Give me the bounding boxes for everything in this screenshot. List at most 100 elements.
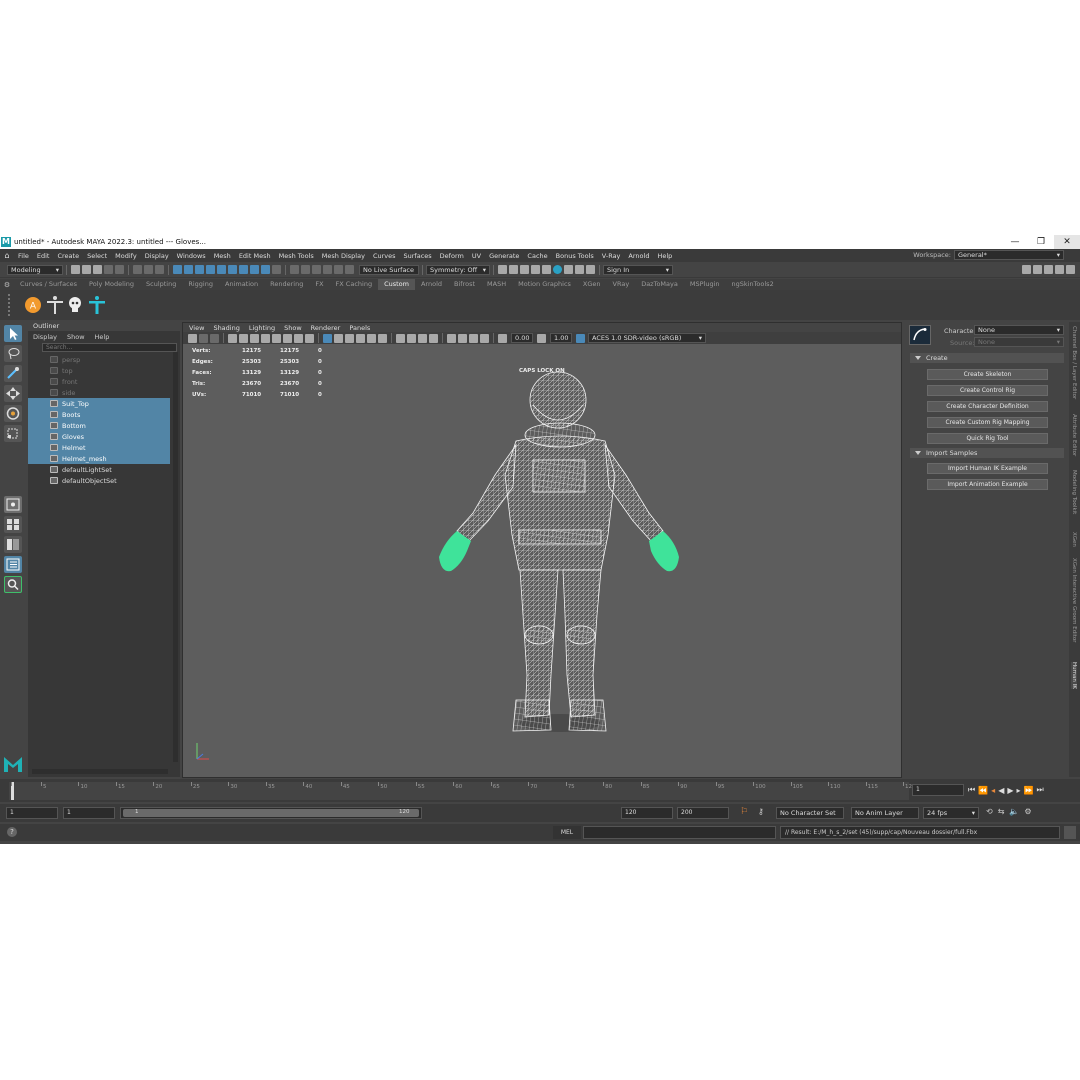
minimize-icon[interactable]: — <box>1002 235 1028 249</box>
quick-rig-tool-button[interactable]: Quick Rig Tool <box>927 433 1048 444</box>
snap-curve-icon[interactable] <box>301 265 310 274</box>
t-pose-skeleton-icon[interactable] <box>46 295 64 315</box>
tab-xgen[interactable]: XGen <box>1071 532 1077 547</box>
tab-daztomaya[interactable]: DazToMaya <box>635 279 684 290</box>
motion-blur-icon[interactable] <box>458 333 467 343</box>
exposure-icon[interactable] <box>498 333 507 343</box>
single-perspective-view-icon[interactable] <box>4 496 22 513</box>
outliner-item[interactable]: Helmet_mesh <box>28 453 170 464</box>
menu-bonus-tools[interactable]: Bonus Tools <box>552 252 598 260</box>
backface-culling-icon[interactable] <box>418 333 427 343</box>
tab-sculpting[interactable]: Sculpting <box>140 279 182 290</box>
open-scene-icon[interactable] <box>82 265 91 274</box>
menu-cache[interactable]: Cache <box>523 252 551 260</box>
menu-vray[interactable]: V-Ray <box>598 252 625 260</box>
shadows-icon[interactable] <box>378 333 387 343</box>
modeling-toolkit-icon[interactable] <box>1022 265 1031 274</box>
magnifier-icon[interactable] <box>4 576 22 593</box>
start-time-field[interactable]: 1 <box>6 807 58 819</box>
outliner-item[interactable]: Suit_Top <box>28 398 170 409</box>
maximize-icon[interactable]: ❐ <box>1028 235 1054 249</box>
isolate-select-icon[interactable] <box>429 333 438 343</box>
range-slider[interactable]: 1 120 <box>120 807 422 819</box>
arnold-light-icon[interactable]: A <box>24 296 42 314</box>
play-backwards-icon[interactable]: ◀ <box>998 786 1004 795</box>
mask-misc-icon[interactable] <box>261 265 270 274</box>
mask-curves-icon[interactable] <box>206 265 215 274</box>
color-management-icon[interactable] <box>576 333 585 343</box>
auto-key-icon[interactable]: ⚐ <box>740 807 748 817</box>
import-human-ik-example-button[interactable]: Import Human IK Example <box>927 463 1048 474</box>
snap-grid-icon[interactable] <box>290 265 299 274</box>
tab-animation[interactable]: Animation <box>219 279 264 290</box>
wireframe-icon[interactable] <box>323 333 332 343</box>
mask-joints-icon[interactable] <box>195 265 204 274</box>
home-icon[interactable]: ⌂ <box>0 251 14 260</box>
outliner-menu-help[interactable]: Help <box>95 333 110 341</box>
grid-icon[interactable] <box>261 333 270 343</box>
textured-icon[interactable] <box>356 333 365 343</box>
persp-outliner-layout-icon[interactable] <box>4 536 22 553</box>
sound-icon[interactable]: 🔈 <box>1009 807 1019 816</box>
cache-playback-icon[interactable]: ⇆ <box>998 807 1005 816</box>
gamma-icon[interactable] <box>537 333 546 343</box>
menu-select[interactable]: Select <box>83 252 111 260</box>
character-controls-icon[interactable] <box>1033 265 1042 274</box>
fps-dropdown[interactable]: 24 fps ▾ <box>923 807 979 819</box>
menu-deform[interactable]: Deform <box>436 252 468 260</box>
end-time-field[interactable]: 200 <box>677 807 729 819</box>
tab-custom[interactable]: Custom <box>378 279 415 290</box>
step-forward-key-icon[interactable]: ⏩ <box>1024 786 1034 795</box>
import-animation-example-button[interactable]: Import Animation Example <box>927 479 1048 490</box>
resolution-gate-icon[interactable] <box>283 333 292 343</box>
play-forwards-icon[interactable]: ▶ <box>1007 786 1013 795</box>
camera-attributes-icon[interactable] <box>199 333 208 343</box>
film-gate-icon[interactable] <box>272 333 281 343</box>
render-frame-icon[interactable] <box>498 265 507 274</box>
arnold-render-icon[interactable] <box>553 265 562 274</box>
outliner-item[interactable]: Gloves <box>28 431 170 442</box>
mask-rendering-icon[interactable] <box>250 265 259 274</box>
viewport-menu-shading[interactable]: Shading <box>213 324 239 332</box>
tab-xgen[interactable]: XGen <box>577 279 607 290</box>
current-frame-field[interactable]: 1 <box>912 784 964 796</box>
command-input[interactable] <box>583 826 776 839</box>
sign-in-dropdown[interactable]: Sign In ▾ <box>603 264 673 275</box>
viewport-menu-lighting[interactable]: Lighting <box>249 324 275 332</box>
playback-end-field[interactable]: 120 <box>621 807 673 819</box>
create-custom-rig-mapping-button[interactable]: Create Custom Rig Mapping <box>927 417 1048 428</box>
tab-mash[interactable]: MASH <box>481 279 512 290</box>
playback-start-field[interactable]: 1 <box>63 807 115 819</box>
snap-live-icon[interactable] <box>345 265 354 274</box>
mask-dynamics-icon[interactable] <box>239 265 248 274</box>
vray-frame-buffer-icon[interactable] <box>564 265 573 274</box>
outliner-item[interactable]: top <box>28 365 170 376</box>
menu-mesh-tools[interactable]: Mesh Tools <box>275 252 318 260</box>
menu-modify[interactable]: Modify <box>111 252 141 260</box>
xray-icon[interactable] <box>396 333 405 343</box>
loop-icon[interactable]: ⟲ <box>986 807 993 816</box>
astronaut-wireframe-model[interactable] <box>183 345 901 777</box>
maya-m-icon[interactable] <box>3 755 23 773</box>
paint-select-icon[interactable] <box>4 365 22 382</box>
outliner-item[interactable]: defaultObjectSet <box>28 475 170 486</box>
menu-edit-mesh[interactable]: Edit Mesh <box>235 252 275 260</box>
vray-settings-icon[interactable] <box>586 265 595 274</box>
outliner-horizontal-scrollbar[interactable] <box>32 769 168 774</box>
menu-mesh-display[interactable]: Mesh Display <box>318 252 369 260</box>
time-slider-track[interactable]: 5 10 15 20 25 30 35 40 45 50 55 60 65 70 75 80 85 90 95 100… <box>9 782 916 800</box>
bookmarks-icon[interactable] <box>210 333 219 343</box>
tab-msplugin[interactable]: MSPlugin <box>684 279 726 290</box>
tab-rigging[interactable]: Rigging <box>182 279 219 290</box>
character-dropdown[interactable]: None ▾ <box>974 325 1064 335</box>
menu-edit[interactable]: Edit <box>33 252 54 260</box>
source-dropdown[interactable]: None ▾ <box>974 337 1064 347</box>
mask-handles-icon[interactable] <box>184 265 193 274</box>
render-setup-icon[interactable] <box>542 265 551 274</box>
tab-arnold[interactable]: Arnold <box>415 279 448 290</box>
script-editor-icon[interactable] <box>1064 826 1076 839</box>
create-character-definition-button[interactable]: Create Character Definition <box>927 401 1048 412</box>
outliner-layout-icon[interactable] <box>4 556 22 573</box>
tab-vray[interactable]: VRay <box>607 279 636 290</box>
attribute-editor-icon[interactable] <box>1044 265 1053 274</box>
